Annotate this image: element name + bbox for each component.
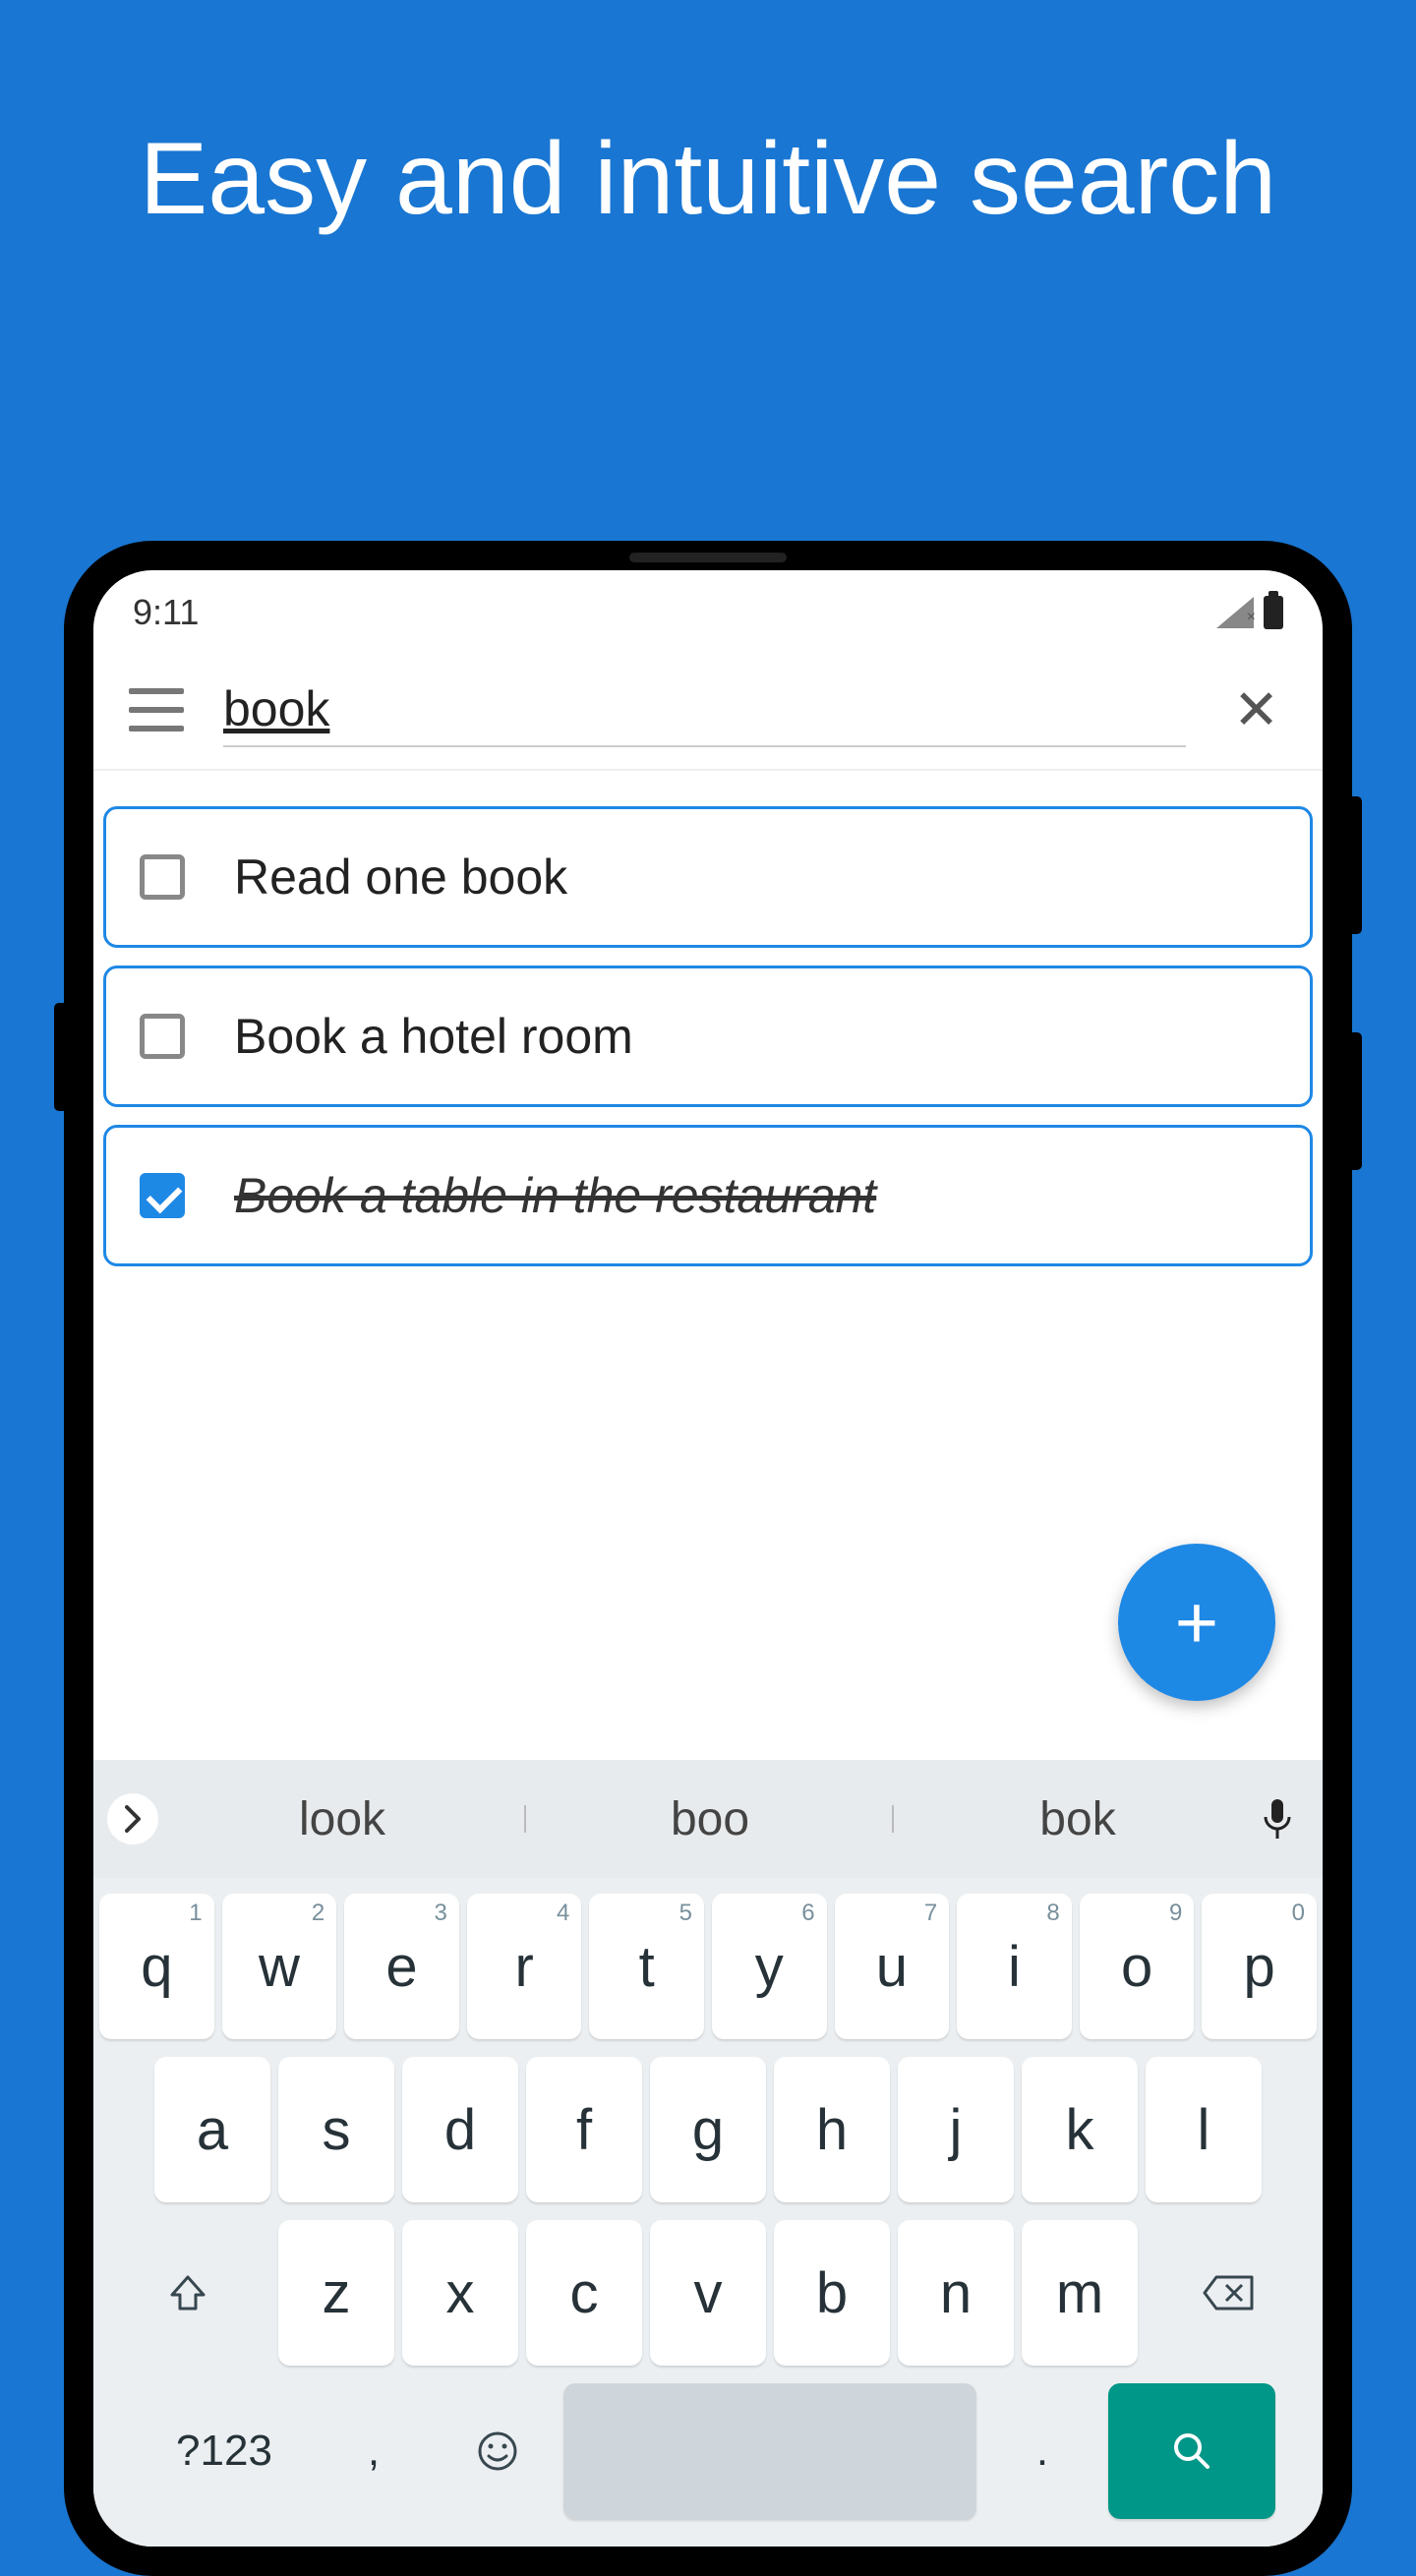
keyboard: look boo bok q1w2e3r4t5y6u7i8o9p0 asdfgh… (93, 1760, 1323, 2547)
status-bar: 9:11 × (93, 570, 1323, 643)
clear-search-button[interactable]: ✕ (1225, 677, 1287, 742)
task-checkbox[interactable] (140, 1173, 185, 1218)
letter-key[interactable]: n (898, 2220, 1014, 2366)
expand-suggestions-button[interactable] (107, 1793, 158, 1844)
letter-key[interactable]: e3 (344, 1894, 459, 2039)
letter-key[interactable]: q1 (99, 1894, 214, 2039)
letter-key[interactable]: v (650, 2220, 766, 2366)
emoji-key[interactable] (440, 2383, 556, 2519)
task-row[interactable]: Book a table in the restaurant (103, 1125, 1313, 1266)
letter-key[interactable]: d (402, 2057, 518, 2202)
letter-key[interactable]: j (898, 2057, 1014, 2202)
letter-key[interactable]: g (650, 2057, 766, 2202)
letter-key[interactable]: i8 (957, 1894, 1072, 2039)
comma-key[interactable]: , (316, 2383, 432, 2519)
letter-key[interactable]: l (1146, 2057, 1262, 2202)
suggestion[interactable]: look (158, 1792, 526, 1846)
phone-side-button (1352, 796, 1362, 934)
search-key[interactable] (1108, 2383, 1275, 2519)
phone-side-button (1352, 1032, 1362, 1170)
task-list: Read one book Book a hotel room Book a t… (93, 771, 1323, 1302)
letter-key[interactable]: s (278, 2057, 394, 2202)
letter-key[interactable]: m (1022, 2220, 1138, 2366)
signal-icon: × (1216, 597, 1254, 628)
letter-key[interactable]: z (278, 2220, 394, 2366)
search-header: ✕ (93, 643, 1323, 765)
menu-icon[interactable] (129, 688, 184, 732)
shift-key[interactable] (105, 2220, 270, 2366)
hero-title: Easy and intuitive search (0, 0, 1416, 246)
symbols-key[interactable]: ?123 (141, 2383, 308, 2519)
suggestion[interactable]: boo (526, 1792, 894, 1846)
phone-speaker (629, 553, 787, 562)
letter-key[interactable]: p0 (1202, 1894, 1317, 2039)
letter-key[interactable]: h (774, 2057, 890, 2202)
keyboard-row: q1w2e3r4t5y6u7i8o9p0 (99, 1894, 1317, 2039)
backspace-key[interactable] (1146, 2220, 1311, 2366)
letter-key[interactable]: w2 (222, 1894, 337, 2039)
mic-icon[interactable] (1262, 1797, 1309, 1841)
keyboard-row: zxcvbnm (99, 2220, 1317, 2366)
keyboard-row: ?123 , . (99, 2383, 1317, 2519)
letter-key[interactable]: x (402, 2220, 518, 2366)
status-time: 9:11 (133, 592, 199, 633)
suggestion-bar: look boo bok (93, 1760, 1323, 1878)
phone-screen: 9:11 × ✕ Read one book Book a hotel (93, 570, 1323, 2547)
task-label: Book a table in the restaurant (234, 1167, 876, 1224)
search-input[interactable] (223, 673, 1186, 747)
add-task-button[interactable]: + (1118, 1544, 1275, 1701)
letter-key[interactable]: r4 (467, 1894, 582, 2039)
letter-key[interactable]: y6 (712, 1894, 827, 2039)
task-label: Read one book (234, 849, 567, 906)
letter-key[interactable]: k (1022, 2057, 1138, 2202)
suggestion[interactable]: bok (894, 1792, 1262, 1846)
task-row[interactable]: Read one book (103, 806, 1313, 948)
letter-key[interactable]: c (526, 2220, 642, 2366)
task-label: Book a hotel room (234, 1008, 633, 1065)
letter-key[interactable]: a (154, 2057, 270, 2202)
period-key[interactable]: . (984, 2383, 1100, 2519)
letter-key[interactable]: t5 (589, 1894, 704, 2039)
keyboard-row: asdfghjkl (99, 2057, 1317, 2202)
task-checkbox[interactable] (140, 854, 185, 900)
letter-key[interactable]: f (526, 2057, 642, 2202)
letter-key[interactable]: u7 (835, 1894, 950, 2039)
battery-icon (1264, 596, 1283, 629)
phone-frame: 9:11 × ✕ Read one book Book a hotel (64, 541, 1352, 2576)
task-row[interactable]: Book a hotel room (103, 966, 1313, 1107)
space-key[interactable] (563, 2383, 976, 2519)
phone-side-button (54, 1003, 64, 1111)
task-checkbox[interactable] (140, 1014, 185, 1059)
letter-key[interactable]: b (774, 2220, 890, 2366)
letter-key[interactable]: o9 (1080, 1894, 1195, 2039)
